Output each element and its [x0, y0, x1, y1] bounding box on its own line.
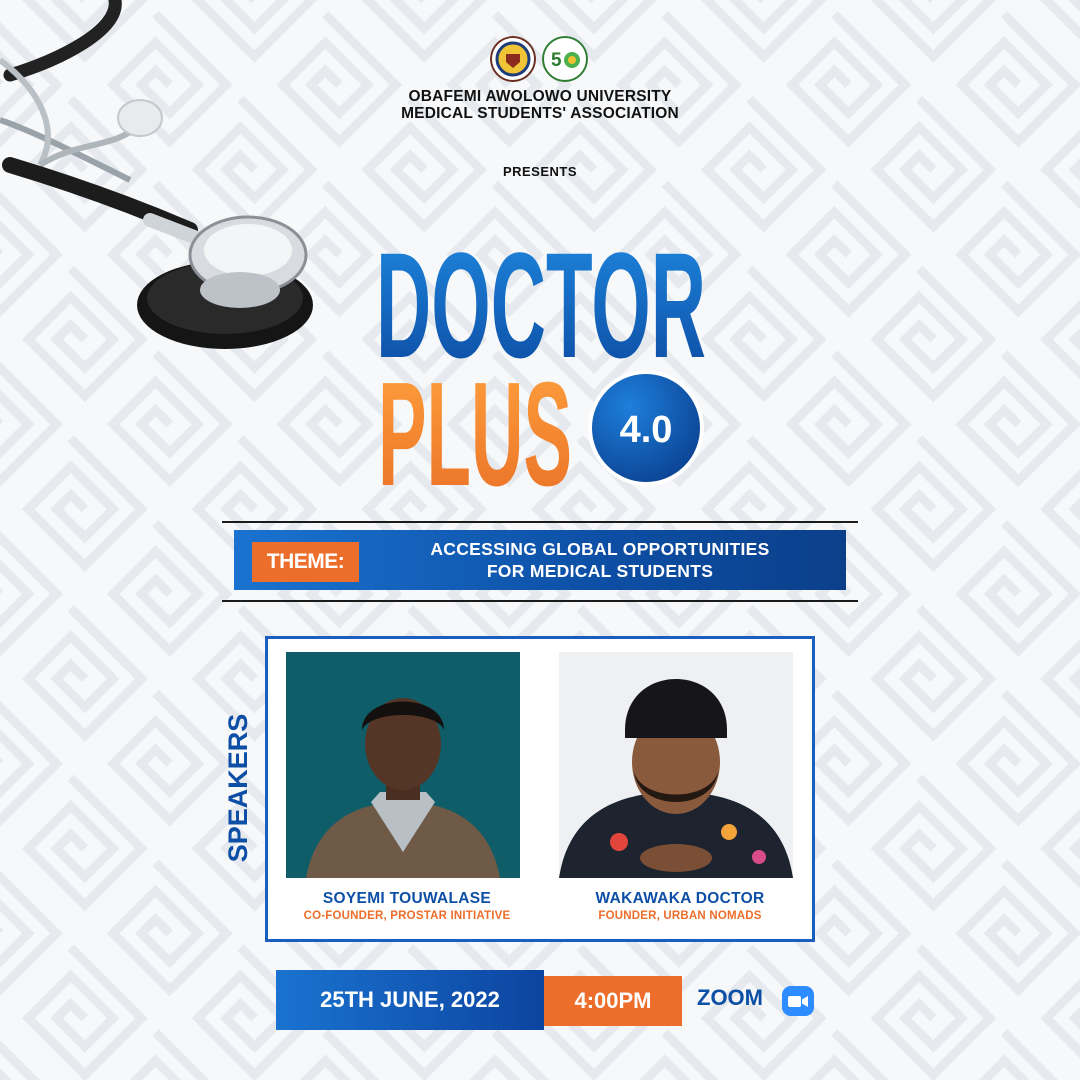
speaker-2-role: FOUNDER, URBAN NOMADS: [598, 910, 762, 922]
speaker-1-role: CO-FOUNDER, PROSTAR INITIATIVE: [303, 910, 511, 922]
theme-text: ACCESSING GLOBAL OPPORTUNITIES FOR MEDIC…: [370, 538, 830, 582]
theme-line-2: FOR MEDICAL STUDENTS: [486, 561, 714, 581]
speaker-2-name: WAKAWAKA DOCTOR: [595, 890, 765, 907]
event-title: DOCTOR PLUS 4.0: [376, 221, 706, 517]
event-time: 4:00PM: [544, 976, 682, 1026]
event-date: 25TH JUNE, 2022: [276, 970, 544, 1030]
event-platform: ZOOM: [697, 985, 763, 1010]
edition-badge: 4.0: [588, 370, 704, 486]
svg-text:SPEAKERS: SPEAKERS: [223, 714, 253, 863]
speaker-1-portrait: [286, 652, 520, 878]
speaker-2-portrait: [559, 652, 793, 878]
title-plus-text: PLUS: [378, 352, 572, 517]
theme-divider-top: [222, 521, 858, 523]
theme-line-1: ACCESSING GLOBAL OPPORTUNITIES: [430, 539, 770, 559]
speaker-photo-1: [286, 652, 520, 878]
edition-label: 4.0: [620, 409, 673, 451]
zoom-video-icon: [782, 986, 814, 1016]
speaker-1-name: SOYEMI TOUWALASE: [322, 890, 492, 907]
theme-label: THEME:: [252, 542, 359, 582]
speaker-photo-2: [559, 652, 793, 878]
speakers-heading: SPEAKERS: [223, 714, 253, 863]
theme-divider-bottom: [222, 600, 858, 602]
